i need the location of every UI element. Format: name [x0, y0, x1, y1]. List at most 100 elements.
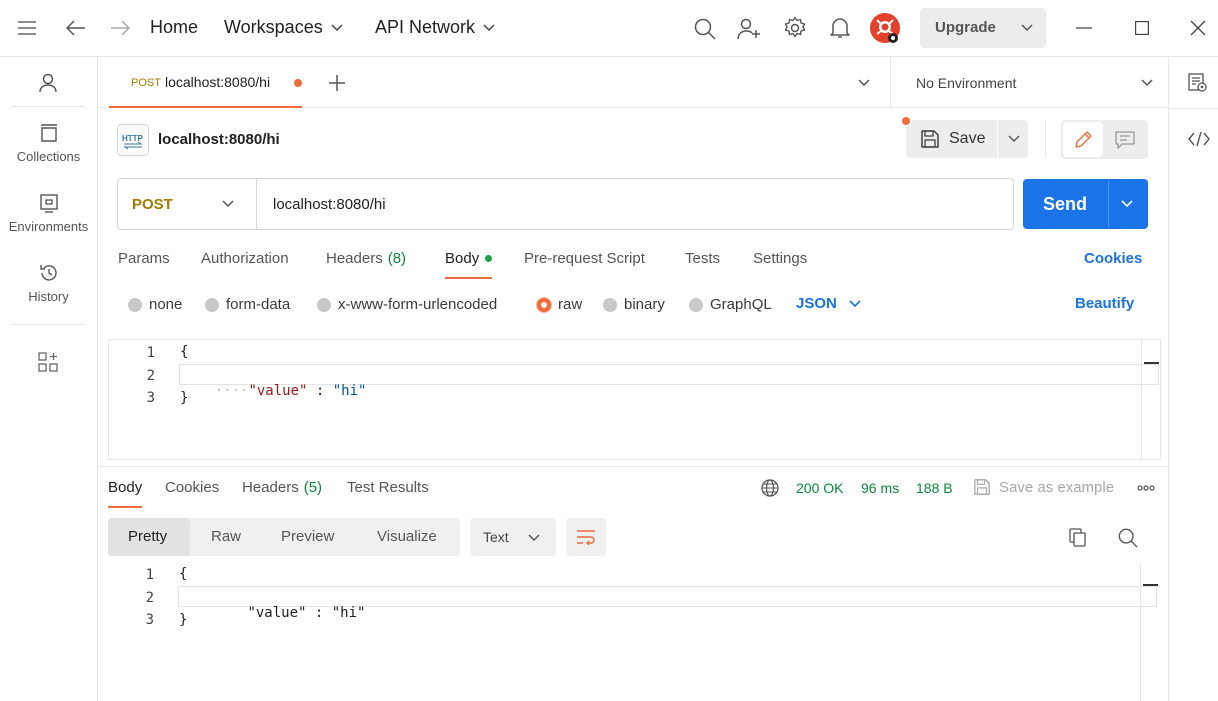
view-preview-button[interactable]: Preview [281, 528, 334, 545]
response-time[interactable]: 96 ms [861, 480, 899, 496]
environment-quick-look-icon[interactable] [1187, 72, 1209, 94]
http-request-icon: HTTP [117, 124, 149, 156]
code-line-2: ····"value" : "hi" [181, 367, 367, 415]
response-tab-test-results[interactable]: Test Results [347, 479, 429, 496]
response-tab-headers[interactable]: Headers (5) [242, 479, 322, 496]
forward-arrow-icon[interactable] [108, 16, 132, 40]
tab-method-badge: POST [131, 77, 161, 89]
save-as-example-button[interactable]: Save as example [973, 478, 1114, 496]
edit-pencil-icon[interactable] [1063, 122, 1103, 157]
response-body-viewer[interactable]: 1 2 3 { "value" : "hi" } [108, 562, 1161, 701]
svg-text:HTTP: HTTP [122, 134, 144, 143]
upgrade-button[interactable]: Upgrade [920, 8, 1046, 48]
response-tab-body[interactable]: Body [108, 479, 143, 508]
sidebar-item-history[interactable]: History [0, 263, 97, 304]
save-button[interactable]: Save [906, 120, 1028, 158]
sidebar-item-collections[interactable]: Collections [0, 123, 97, 164]
home-link[interactable]: Home [150, 17, 198, 38]
user-icon[interactable] [36, 71, 60, 95]
line-number: 2 [145, 590, 154, 606]
maximize-window-icon[interactable] [1130, 17, 1154, 39]
tab-body[interactable]: Body [445, 250, 493, 279]
code-value: "hi" [332, 383, 367, 399]
close-window-icon[interactable] [1186, 17, 1210, 39]
viewer-scrollbar[interactable] [1143, 584, 1158, 586]
invite-user-icon[interactable] [736, 16, 762, 42]
wrap-lines-icon[interactable] [566, 518, 606, 556]
method-select[interactable]: POST [118, 179, 257, 229]
tab-prerequest-script[interactable]: Pre-request Script [524, 250, 645, 267]
notifications-bell-icon[interactable] [828, 15, 852, 41]
right-sidebar [1168, 57, 1218, 701]
back-arrow-icon[interactable] [64, 16, 88, 40]
tab-params[interactable]: Params [118, 250, 170, 267]
tab-settings[interactable]: Settings [753, 250, 807, 267]
request-name[interactable]: localhost:8080/hi [158, 131, 280, 148]
search-icon[interactable] [1117, 527, 1139, 549]
beautify-link[interactable]: Beautify [1075, 295, 1134, 312]
minimize-window-icon[interactable] [1072, 17, 1096, 39]
request-body-editor[interactable]: 1 2 3 { ····"value" : "hi" } [108, 339, 1161, 460]
copy-icon[interactable] [1067, 527, 1089, 549]
chevron-down-icon [1141, 79, 1153, 87]
request-tab[interactable]: POST localhost:8080/hi [109, 57, 302, 108]
api-network-menu[interactable]: API Network [375, 17, 495, 38]
save-divider [997, 120, 998, 158]
editor-scrollbar[interactable] [1144, 362, 1159, 364]
code-close-brace: } [180, 390, 189, 406]
code-snippet-icon[interactable] [1187, 128, 1211, 150]
code-value: "hi" [331, 605, 366, 621]
chevron-down-icon[interactable] [1121, 200, 1133, 208]
radio-binary[interactable]: binary [603, 296, 665, 313]
save-disk-icon [973, 478, 991, 496]
radio-raw-circle [537, 297, 551, 312]
response-format-select[interactable]: Text [470, 518, 556, 556]
tab-headers-label: Headers [326, 250, 383, 267]
response-size[interactable]: 188 B [916, 480, 953, 496]
chevron-down-icon[interactable] [1008, 135, 1020, 143]
save-as-example-label: Save as example [999, 478, 1115, 496]
response-tab-headers-label: Headers [242, 479, 299, 496]
tab-headers[interactable]: Headers (8) [326, 250, 406, 267]
tab-list-chevron-icon[interactable] [854, 74, 874, 92]
radio-form-data[interactable]: form-data [205, 296, 290, 313]
code-line-2: "value" : "hi" [180, 589, 365, 637]
left-sidebar: Collections Environments History [0, 57, 98, 701]
code-key: "value" [247, 605, 307, 621]
radio-none[interactable]: none [128, 296, 182, 313]
settings-gear-icon[interactable] [782, 15, 808, 41]
edit-comment-toggle [1061, 120, 1148, 159]
radio-urlencoded[interactable]: x-www-form-urlencoded [317, 296, 497, 313]
environment-selector[interactable]: No Environment [890, 57, 1168, 108]
url-input[interactable]: localhost:8080/hi [273, 196, 386, 213]
rightbar-divider [1169, 108, 1218, 109]
response-status[interactable]: 200 OK [796, 480, 843, 496]
more-options-icon[interactable] [1136, 480, 1156, 496]
view-pretty-button[interactable]: Pretty [108, 518, 190, 556]
menu-icon[interactable] [14, 17, 40, 39]
response-tab-cookies[interactable]: Cookies [165, 479, 219, 496]
send-button[interactable]: Send [1023, 179, 1148, 229]
comment-icon[interactable] [1105, 122, 1145, 157]
radio-graphql[interactable]: GraphQL [689, 296, 772, 313]
format-select[interactable]: JSON [796, 295, 861, 312]
cookies-link[interactable]: Cookies [1084, 250, 1142, 267]
unsaved-dot-icon [294, 79, 302, 87]
tab-authorization[interactable]: Authorization [201, 250, 289, 267]
new-tab-plus-icon[interactable] [326, 72, 348, 94]
workspaces-menu[interactable]: Workspaces [224, 17, 343, 38]
radio-raw-label: raw [558, 296, 583, 313]
radio-raw[interactable]: raw [537, 296, 582, 313]
sidebar-item-environments[interactable]: Environments [0, 193, 97, 234]
chevron-down-icon [528, 534, 540, 542]
search-icon[interactable] [692, 16, 718, 42]
avatar[interactable] [869, 12, 901, 44]
tab-tests[interactable]: Tests [685, 250, 720, 267]
collections-icon [39, 123, 59, 143]
response-tab-body-label: Body [108, 479, 143, 496]
configure-workbench-icon[interactable] [36, 350, 60, 374]
view-raw-button[interactable]: Raw [211, 528, 241, 545]
viewer-scroll-gutter [1140, 562, 1141, 701]
globe-icon[interactable] [760, 478, 780, 498]
view-visualize-button[interactable]: Visualize [377, 528, 437, 545]
